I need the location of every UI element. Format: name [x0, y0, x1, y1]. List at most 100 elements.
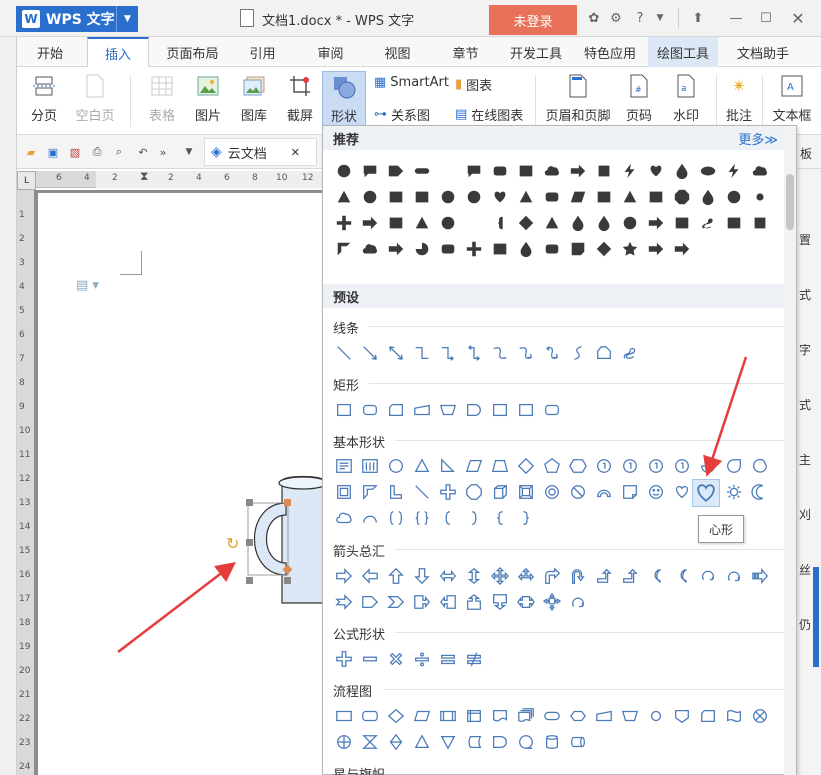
shape-rect-icon[interactable] — [487, 236, 513, 262]
shape-circarr-icon[interactable] — [695, 563, 721, 589]
shape-line-icon[interactable] — [461, 210, 487, 236]
smartart-button[interactable]: ▦ SmartArt — [374, 75, 449, 90]
open-icon[interactable]: ▰ — [24, 145, 38, 159]
chart-button[interactable]: ▮ 图表 — [455, 75, 492, 94]
shape-arrowline-icon[interactable] — [435, 158, 461, 184]
ruler-corner-button[interactable]: L — [17, 171, 36, 190]
shape-fc_man-icon[interactable] — [409, 397, 435, 423]
shape-pentarr-icon[interactable] — [357, 589, 383, 615]
minimize-icon[interactable]: — — [728, 10, 744, 26]
shape-rrect-icon[interactable] — [539, 236, 565, 262]
tab-start[interactable]: 开始 — [20, 37, 80, 67]
shape-curvel-icon[interactable] — [669, 563, 695, 589]
shape-rrect-icon[interactable] — [357, 397, 383, 423]
shape-fc_card-icon[interactable] — [695, 703, 721, 729]
shape-tri-icon[interactable] — [409, 453, 435, 479]
tab-dev-tools[interactable]: 开发工具 — [505, 37, 567, 67]
shape-rect-icon[interactable] — [513, 158, 539, 184]
shape-num-icon[interactable] — [643, 453, 669, 479]
shape-moon-icon[interactable] — [747, 479, 773, 505]
shape-diamond-icon[interactable] — [513, 210, 539, 236]
maximize-icon[interactable]: ☐ — [758, 10, 774, 26]
shape-arrR-icon[interactable] — [643, 210, 669, 236]
shape-line-icon[interactable] — [409, 479, 435, 505]
chevron-down-icon[interactable]: ▼ — [116, 6, 138, 32]
shape-pie-icon[interactable] — [695, 453, 721, 479]
shape-div-icon[interactable] — [409, 646, 435, 672]
shape-rect-icon[interactable] — [721, 210, 747, 236]
shape-rrect-icon[interactable] — [539, 397, 565, 423]
shape-rrect-icon[interactable] — [539, 184, 565, 210]
shape-callL-icon[interactable] — [435, 589, 461, 615]
login-button[interactable]: 未登录 — [489, 5, 577, 35]
shape-fc_tape-icon[interactable] — [721, 703, 747, 729]
shape-arrR-icon[interactable] — [643, 236, 669, 262]
shape-brace_l-icon[interactable] — [487, 210, 513, 236]
textbox-button[interactable]: A 文本框 — [768, 71, 816, 129]
shape-rect-icon[interactable] — [383, 210, 409, 236]
shape-lshape-icon[interactable] — [383, 479, 409, 505]
shape-rrect-icon[interactable] — [435, 236, 461, 262]
shape-rect-icon[interactable] — [383, 184, 409, 210]
shape-fc_mop-icon[interactable] — [617, 703, 643, 729]
selection-handle[interactable] — [284, 577, 291, 584]
shape-circle-icon[interactable] — [721, 184, 747, 210]
help-dropdown-icon[interactable]: ▼ — [652, 10, 668, 26]
shape-notched-icon[interactable] — [331, 589, 357, 615]
shape-fc_doc-icon[interactable] — [487, 703, 513, 729]
blank-page-button[interactable]: 空白页 — [70, 71, 120, 129]
shape-rrect-icon[interactable] — [487, 158, 513, 184]
shape-fc_delay-icon[interactable] — [487, 729, 513, 755]
shape-star-icon[interactable] — [617, 236, 643, 262]
shape-arrR-icon[interactable] — [565, 158, 591, 184]
shape-rect-icon[interactable] — [331, 397, 357, 423]
shape-num-icon[interactable] — [669, 453, 695, 479]
shape-callR-icon[interactable] — [409, 589, 435, 615]
horizontal-ruler[interactable]: 6 4 2 ⧗ 2 4 6 8 10 12 — [36, 169, 326, 188]
shape-frame-icon[interactable] — [331, 479, 357, 505]
online-chart-button[interactable]: ▤ 在线图表 — [455, 105, 523, 124]
shape-bubble-icon[interactable] — [357, 158, 383, 184]
shape-oct-icon[interactable] — [669, 184, 695, 210]
shape-curve-icon[interactable] — [487, 340, 513, 366]
shape-circle-icon[interactable] — [383, 453, 409, 479]
tab-chapter[interactable]: 章节 — [438, 37, 493, 67]
shape-fc_seq-icon[interactable] — [513, 729, 539, 755]
shape-bolt-icon[interactable] — [617, 158, 643, 184]
shape-donut-icon[interactable] — [539, 479, 565, 505]
shape-arrowline-icon[interactable] — [357, 340, 383, 366]
shape-curvea-icon[interactable] — [513, 340, 539, 366]
page-break-button[interactable]: 分页 — [24, 71, 64, 129]
help-icon[interactable]: ? — [632, 10, 648, 26]
shape-fc_dec-icon[interactable] — [383, 703, 409, 729]
shape-fc_man-icon[interactable] — [591, 703, 617, 729]
shape-rect-icon[interactable] — [487, 397, 513, 423]
tab-references[interactable]: 引用 — [235, 37, 290, 67]
shape-drop-icon[interactable] — [669, 158, 695, 184]
redo-icon[interactable]: » — [156, 145, 170, 159]
shape-rect-icon[interactable] — [409, 184, 435, 210]
shape-drop-icon[interactable] — [695, 184, 721, 210]
side-scroll-indicator[interactable] — [813, 567, 819, 667]
shape-tri-icon[interactable] — [539, 210, 565, 236]
shape-arrD-icon[interactable] — [409, 563, 435, 589]
shape-rect-icon[interactable] — [591, 184, 617, 210]
shape-neq-icon[interactable] — [461, 646, 487, 672]
shape-freeform-icon[interactable] — [591, 340, 617, 366]
shape-scribble-icon[interactable] — [617, 340, 643, 366]
shape-arrUD-icon[interactable] — [461, 563, 487, 589]
shape-pentarr-icon[interactable] — [383, 158, 409, 184]
shape-circle-icon[interactable] — [331, 158, 357, 184]
tab-doc-assistant[interactable]: 文档助手 — [728, 37, 798, 67]
shape-fc_int-icon[interactable] — [461, 703, 487, 729]
rotate-handle-icon[interactable]: ↻ — [226, 534, 239, 553]
close-tab-icon[interactable]: ✕ — [291, 146, 300, 159]
shape-triarr-icon[interactable] — [513, 563, 539, 589]
shape-blockarc-icon[interactable] — [591, 479, 617, 505]
shape-cloud-icon[interactable] — [539, 158, 565, 184]
shape-minus-icon[interactable] — [357, 646, 383, 672]
shape-drop-icon[interactable] — [591, 210, 617, 236]
shape-fc_mag-icon[interactable] — [539, 729, 565, 755]
shape-callQ-icon[interactable] — [539, 589, 565, 615]
selection-handle[interactable] — [246, 539, 253, 546]
